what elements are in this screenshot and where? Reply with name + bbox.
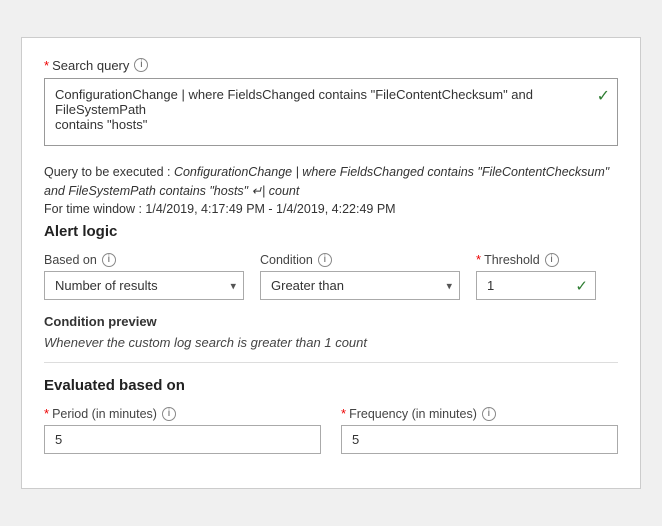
frequency-label-row: * Frequency (in minutes) i	[341, 406, 618, 421]
condition-preview-text: Whenever the custom log search is greate…	[44, 335, 618, 350]
condition-select-wrapper: Greater than Less than Equal to ▾	[260, 271, 460, 300]
based-on-group: Based on i Number of results Metric meas…	[44, 253, 244, 300]
condition-label-row: Condition i	[260, 253, 460, 267]
based-on-label-row: Based on i	[44, 253, 244, 267]
evaluated-row: * Period (in minutes) i * Frequency (in …	[44, 406, 618, 454]
alert-logic-fields-row: Based on i Number of results Metric meas…	[44, 252, 618, 300]
search-textarea-wrapper: ✓	[44, 78, 618, 149]
condition-label: Condition	[260, 253, 313, 267]
threshold-input[interactable]	[476, 271, 596, 300]
condition-preview-section: Condition preview Whenever the custom lo…	[44, 314, 618, 350]
main-card: * Search query i ✓ Query to be executed …	[21, 37, 641, 489]
condition-info-icon[interactable]: i	[318, 253, 332, 267]
required-star-search: *	[44, 58, 49, 73]
required-star-threshold: *	[476, 252, 481, 267]
evaluated-section: Evaluated based on * Period (in minutes)…	[44, 362, 618, 454]
query-preview-section: Query to be executed : ConfigurationChan…	[44, 163, 618, 219]
period-label: Period (in minutes)	[52, 407, 157, 421]
search-query-label: Search query	[52, 58, 129, 73]
threshold-input-wrapper: ✓	[476, 271, 596, 300]
period-info-icon[interactable]: i	[162, 407, 176, 421]
based-on-info-icon[interactable]: i	[102, 253, 116, 267]
frequency-input[interactable]	[341, 425, 618, 454]
query-preview-prefix: Query to be executed :	[44, 165, 174, 179]
required-star-frequency: *	[341, 406, 346, 421]
search-query-checkmark: ✓	[597, 86, 610, 106]
query-time-range: 1/4/2019, 4:17:49 PM - 1/4/2019, 4:22:49…	[145, 202, 395, 216]
search-query-label-row: * Search query i	[44, 58, 618, 73]
based-on-label: Based on	[44, 253, 97, 267]
required-star-period: *	[44, 406, 49, 421]
condition-select[interactable]: Greater than Less than Equal to	[260, 271, 460, 300]
search-query-info-icon[interactable]: i	[134, 58, 148, 72]
frequency-label: Frequency (in minutes)	[349, 407, 477, 421]
period-label-row: * Period (in minutes) i	[44, 406, 321, 421]
threshold-label: Threshold	[484, 253, 540, 267]
search-query-section: * Search query i ✓	[44, 58, 618, 149]
alert-logic-section: Alert logic Based on i Number of results…	[44, 223, 618, 300]
period-input[interactable]	[44, 425, 321, 454]
threshold-info-icon[interactable]: i	[545, 253, 559, 267]
frequency-info-icon[interactable]: i	[482, 407, 496, 421]
evaluated-title: Evaluated based on	[44, 362, 618, 394]
based-on-select[interactable]: Number of results Metric measurement	[44, 271, 244, 300]
based-on-select-wrapper: Number of results Metric measurement ▾	[44, 271, 244, 300]
condition-group: Condition i Greater than Less than Equal…	[260, 253, 460, 300]
threshold-group: * Threshold i ✓	[476, 252, 596, 300]
query-time-prefix: For time window :	[44, 202, 145, 216]
search-query-input[interactable]	[44, 78, 618, 146]
period-field: * Period (in minutes) i	[44, 406, 321, 454]
condition-preview-title: Condition preview	[44, 314, 618, 329]
threshold-label-row: * Threshold i	[476, 252, 596, 267]
frequency-field: * Frequency (in minutes) i	[341, 406, 618, 454]
alert-logic-title: Alert logic	[44, 223, 618, 240]
